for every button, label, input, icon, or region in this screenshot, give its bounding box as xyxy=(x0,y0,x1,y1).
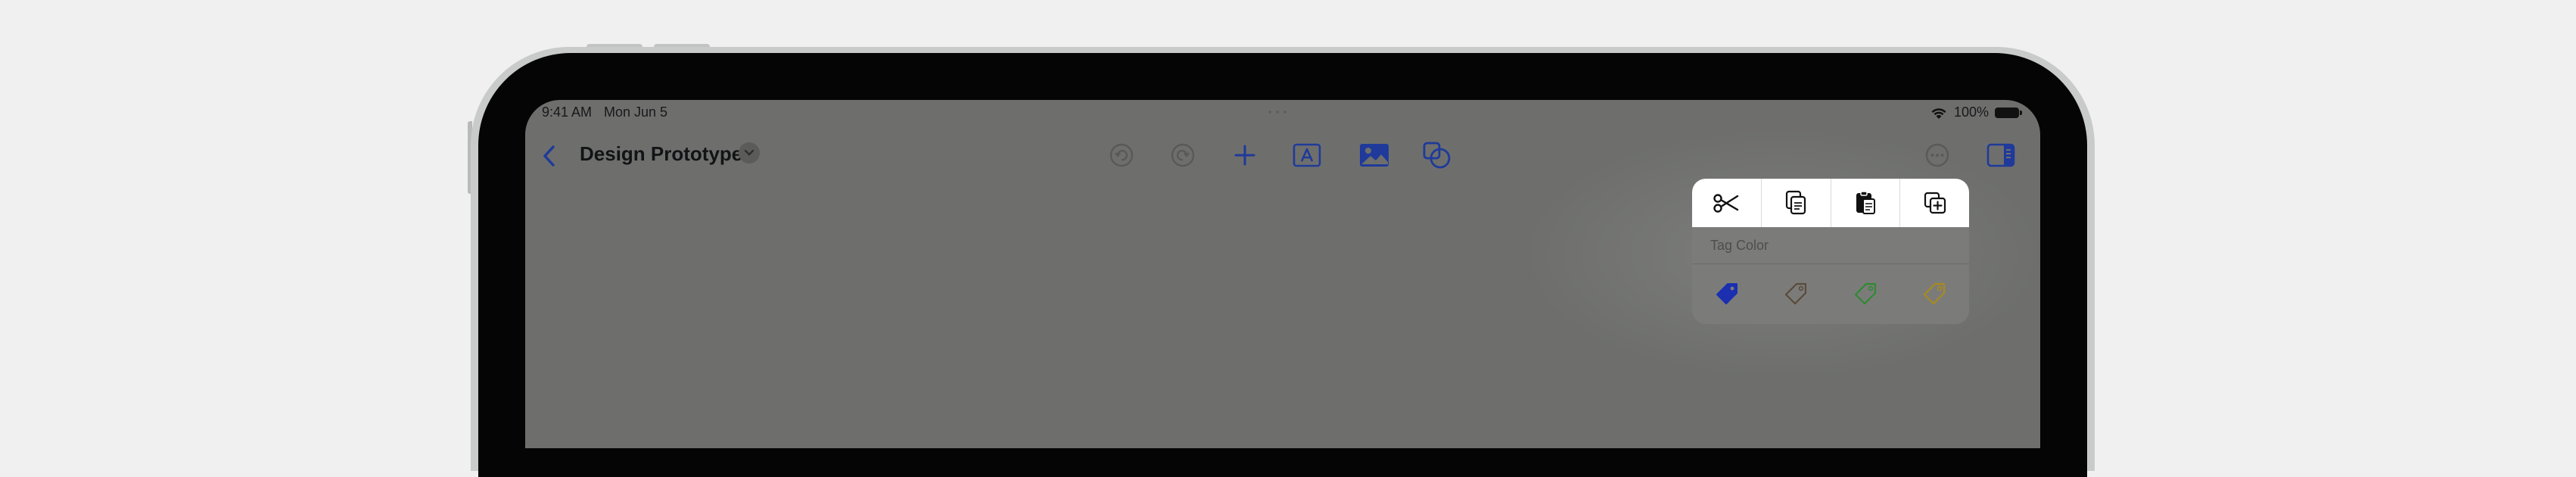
add-button[interactable] xyxy=(1227,138,1262,173)
battery-icon xyxy=(1995,107,2022,118)
tag-color-row xyxy=(1692,274,1969,313)
undo-button[interactable] xyxy=(1104,138,1139,173)
duplicate-button[interactable] xyxy=(1900,179,1969,227)
back-button[interactable] xyxy=(536,141,563,171)
tag-icon xyxy=(1785,282,1807,305)
paste-button[interactable] xyxy=(1831,179,1901,227)
multitasking-dots-icon[interactable] xyxy=(1268,111,1286,114)
copy-button[interactable] xyxy=(1762,179,1831,227)
status-date: Mon Jun 5 xyxy=(604,104,668,120)
shapes-icon xyxy=(1423,142,1451,169)
undo-icon xyxy=(1109,143,1134,167)
tag-color-label: Tag Color xyxy=(1710,238,1769,253)
tag-color-brown[interactable] xyxy=(1781,279,1811,309)
tag-icon xyxy=(1716,283,1738,304)
text-box-button[interactable] xyxy=(1290,138,1324,173)
menu-divider xyxy=(1692,263,1969,264)
chevron-left-icon xyxy=(543,145,555,167)
text-box-icon xyxy=(1293,143,1321,167)
cut-button[interactable] xyxy=(1692,179,1762,227)
paste-icon xyxy=(1856,191,1875,214)
redo-button[interactable] xyxy=(1165,138,1200,173)
edit-actions-row xyxy=(1692,179,1969,227)
status-time: 9:41 AM xyxy=(542,104,593,120)
image-button[interactable] xyxy=(1357,138,1392,173)
image-icon xyxy=(1360,144,1389,167)
plus-icon xyxy=(1234,145,1255,166)
chevron-down-icon xyxy=(744,149,754,156)
status-indicators: 100% xyxy=(1930,104,2022,120)
wifi-icon xyxy=(1931,108,1946,119)
title-menu-button[interactable] xyxy=(739,142,760,164)
scissors-icon xyxy=(1713,194,1739,213)
context-menu: Tag Color xyxy=(1692,179,1969,324)
battery-percent: 100% xyxy=(1953,104,1989,120)
tag-color-yellow[interactable] xyxy=(1919,279,1949,309)
duplicate-icon xyxy=(1924,192,1946,214)
status-bar: 9:41 AM Mon Jun 5 100% xyxy=(525,100,2040,126)
redo-icon xyxy=(1171,143,1195,167)
tag-icon xyxy=(1854,282,1876,305)
copy-icon xyxy=(1786,190,1806,215)
tag-icon xyxy=(1924,282,1946,305)
shapes-button[interactable] xyxy=(1420,138,1454,173)
tag-color-green[interactable] xyxy=(1850,279,1881,309)
tag-color-blue[interactable] xyxy=(1712,279,1742,309)
document-title[interactable]: Design Prototype xyxy=(580,142,742,166)
